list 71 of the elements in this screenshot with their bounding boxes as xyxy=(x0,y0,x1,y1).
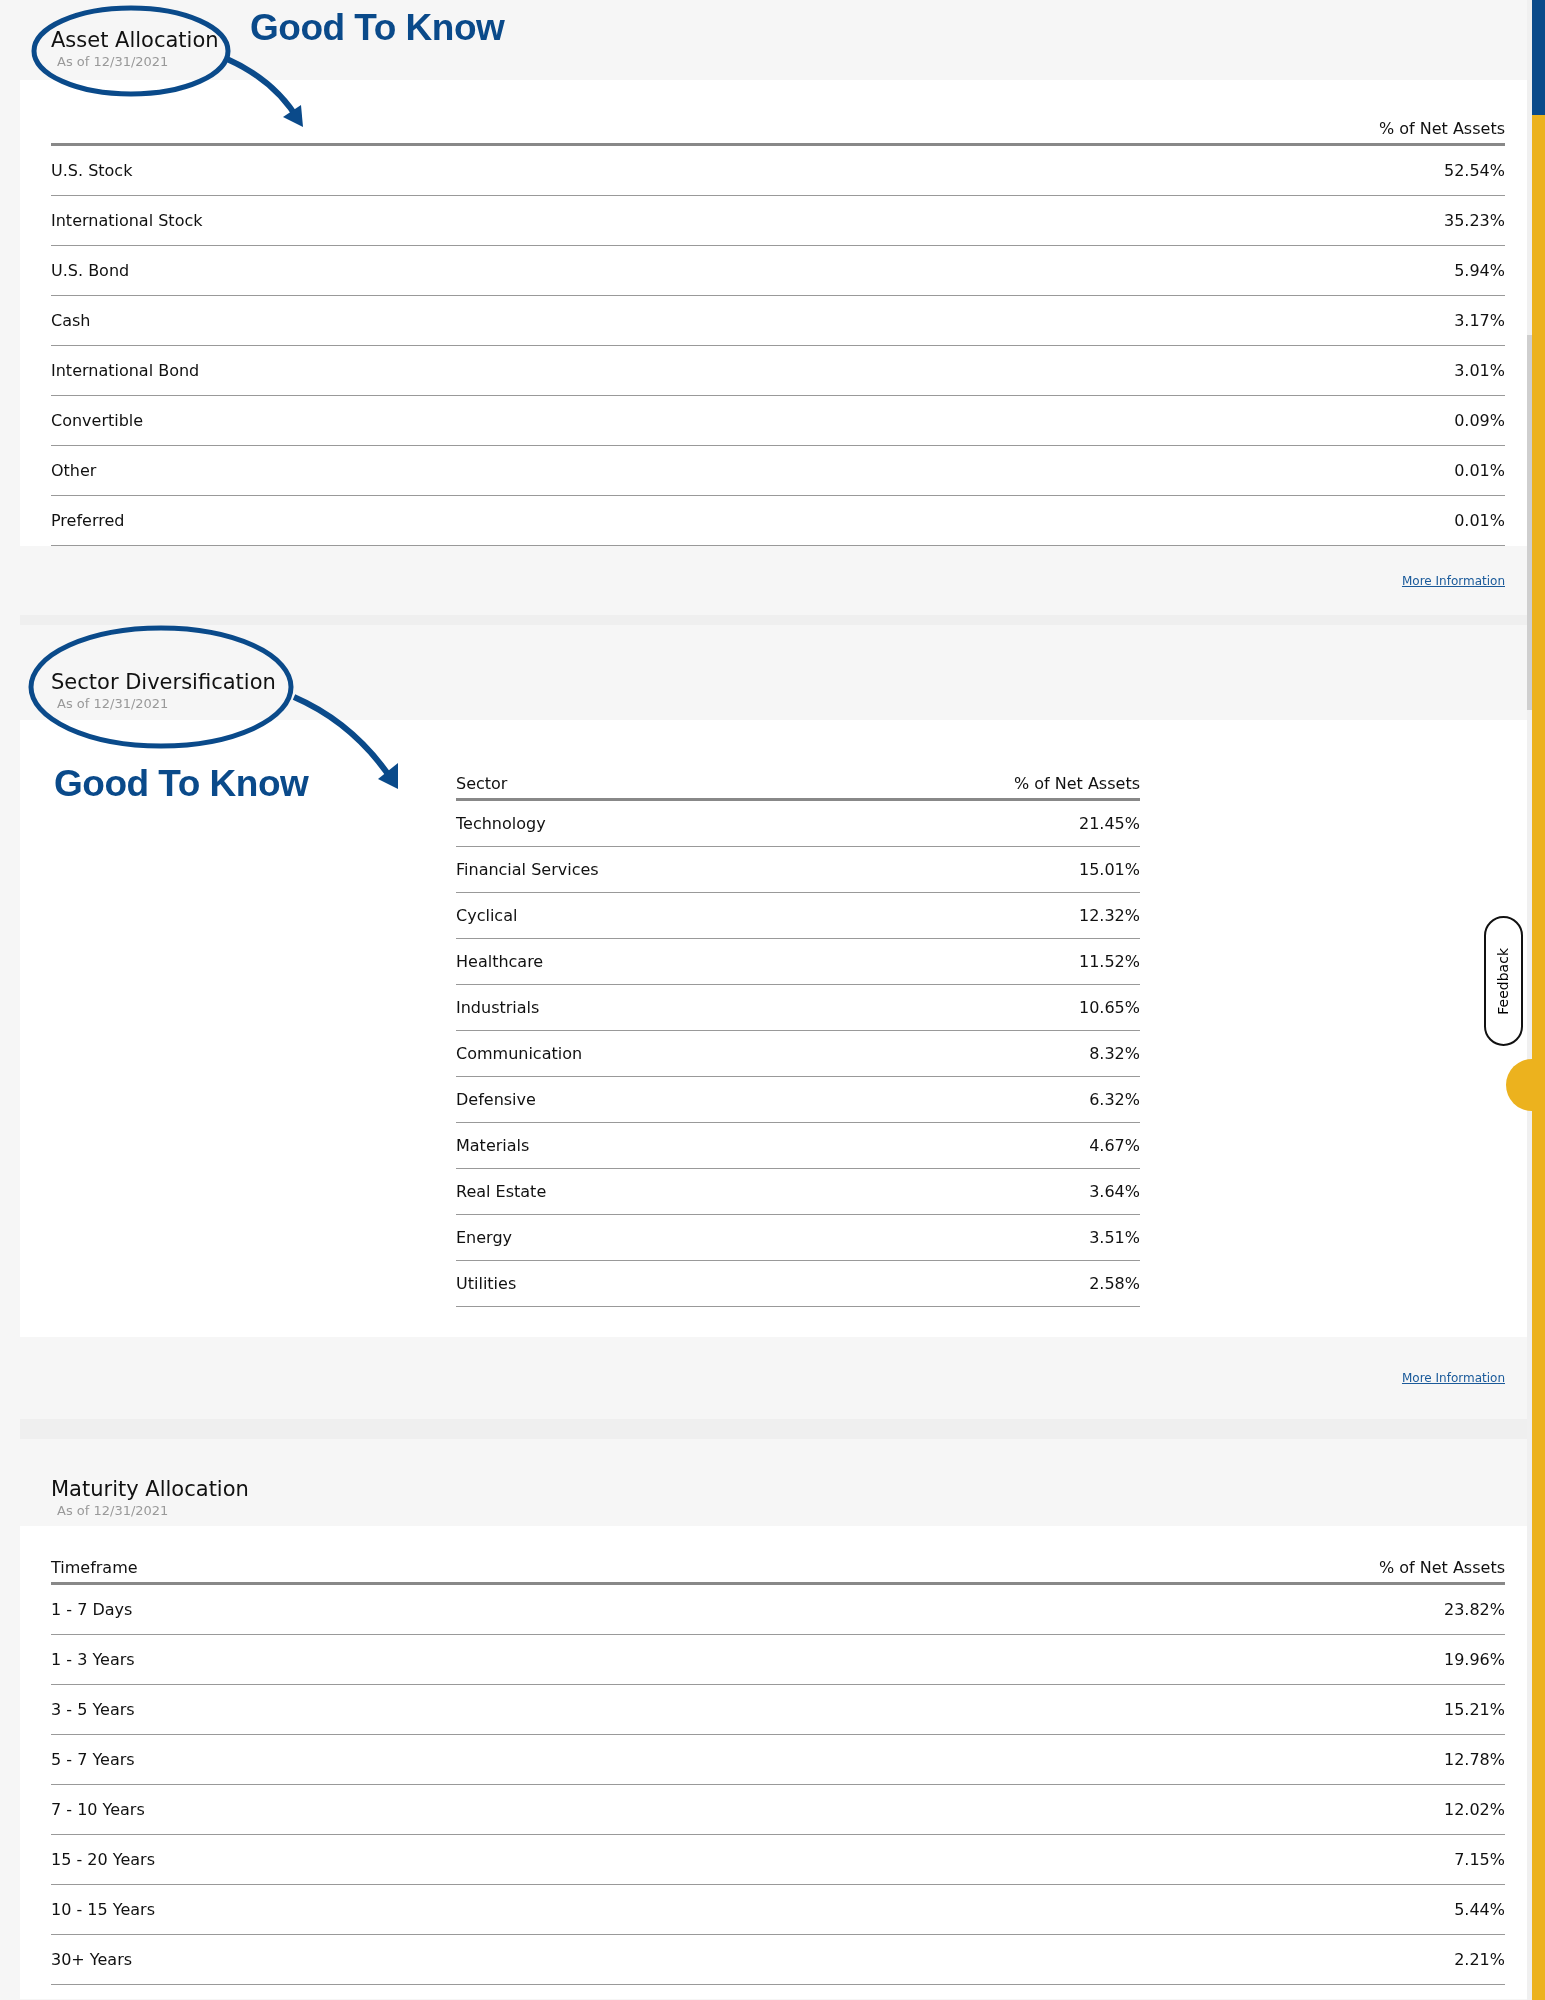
table-cell-text: 23.82% xyxy=(1444,1598,1505,1621)
table-cell-text: Technology xyxy=(456,812,546,835)
table-cell-text: International Bond xyxy=(51,359,200,382)
table-cell-text: 10.65% xyxy=(1079,996,1140,1019)
table-cell-text: 5.44% xyxy=(1454,1898,1505,1921)
table-cell-text: 4.67% xyxy=(1089,1134,1140,1157)
table-cell-text: Defensive xyxy=(456,1088,536,1111)
table-cell-text: 52.54% xyxy=(1444,159,1505,182)
table-cell-text: 3.17% xyxy=(1454,309,1505,332)
annotation-label: Good To Know xyxy=(54,765,309,802)
table-cell-text: Preferred xyxy=(51,509,125,532)
table-cell-text: 7.15% xyxy=(1454,1848,1505,1871)
table-cell-text: Communication xyxy=(456,1042,583,1065)
table-cell-text: Healthcare xyxy=(456,950,544,973)
table-cell-text: Real Estate xyxy=(456,1180,547,1203)
table-cell-text: Energy xyxy=(456,1226,512,1249)
table-cell-text: 3.64% xyxy=(1089,1180,1140,1203)
table-cell-text: 2.21% xyxy=(1454,1948,1505,1971)
table-cell-text: 12.32% xyxy=(1079,904,1140,927)
table-cell-text: Materials xyxy=(456,1134,530,1157)
table-cell-text: 5 - 7 Years xyxy=(51,1748,135,1771)
table-cell-text: 19.96% xyxy=(1444,1648,1505,1671)
table-cell-text: 5.94% xyxy=(1454,259,1505,282)
table-cell-text: 3.51% xyxy=(1089,1226,1140,1249)
column-header: Sector xyxy=(456,773,508,795)
table-cell-text: U.S. Bond xyxy=(51,259,130,282)
table-cell-text: 3.01% xyxy=(1454,359,1505,382)
table-cell-text: 7 - 10 Years xyxy=(51,1798,145,1821)
section-title: Maturity Allocation xyxy=(51,1477,250,1502)
feedback-tab[interactable]: Feedback xyxy=(1484,916,1523,1046)
table-cell-text: 10 - 15 Years xyxy=(51,1898,155,1921)
table-cell-text: Industrials xyxy=(456,996,540,1019)
table-cell-text: 0.09% xyxy=(1454,409,1505,432)
table-cell-text: U.S. Stock xyxy=(51,159,133,182)
more-information-link[interactable]: More Information xyxy=(1401,571,1505,590)
table-cell-text: 0.01% xyxy=(1454,459,1505,482)
table-cell-text: 15.21% xyxy=(1444,1698,1505,1721)
table-cell-text: Utilities xyxy=(456,1272,517,1295)
table-cell-text: 15 - 20 Years xyxy=(51,1848,155,1871)
as-of-date: As of 12/31/2021 xyxy=(56,1502,170,1521)
column-header: % of Net Assets xyxy=(1013,773,1140,795)
table-cell-text: Cyclical xyxy=(456,904,518,927)
column-header: Timeframe xyxy=(51,1557,138,1579)
table-cell-text: 11.52% xyxy=(1079,950,1140,973)
table-cell-text: 6.32% xyxy=(1089,1088,1140,1111)
table-cell-text: 15.01% xyxy=(1079,858,1140,881)
table-cell-text: 30+ Years xyxy=(51,1948,133,1971)
table-cell-text: 1 - 7 Days xyxy=(51,1598,133,1621)
column-header: % of Net Assets xyxy=(1378,118,1505,140)
table-cell-text: 2.58% xyxy=(1089,1272,1140,1295)
table-cell-text: Convertible xyxy=(51,409,144,432)
table-cell-text: 1 - 3 Years xyxy=(51,1648,135,1671)
more-information-link[interactable]: More Information xyxy=(1401,1369,1505,1387)
table-cell-text: 8.32% xyxy=(1089,1042,1140,1065)
table-cell-text: International Stock xyxy=(51,209,203,232)
section-title: Sector Diversification xyxy=(51,670,277,695)
section-title: Asset Allocation xyxy=(51,28,220,53)
table-cell-text: Financial Services xyxy=(456,858,599,881)
scrollbar-thumb[interactable] xyxy=(1527,335,1532,710)
table-cell-text: 3 - 5 Years xyxy=(51,1698,135,1721)
table-cell-text: 0.01% xyxy=(1454,509,1505,532)
table-cell-text: 35.23% xyxy=(1444,209,1505,232)
table-cell-text: 12.02% xyxy=(1444,1798,1505,1821)
column-header: % of Net Assets xyxy=(1378,1557,1505,1579)
table-cell-text: Cash xyxy=(51,309,91,332)
as-of-date: As of 12/31/2021 xyxy=(56,53,170,72)
as-of-date: As of 12/31/2021 xyxy=(56,695,170,714)
table-cell-text: Other xyxy=(51,459,97,482)
table-cell-text: 12.78% xyxy=(1444,1748,1505,1771)
table-cell-text: 21.45% xyxy=(1079,812,1140,835)
annotation-label: Good To Know xyxy=(250,9,505,46)
